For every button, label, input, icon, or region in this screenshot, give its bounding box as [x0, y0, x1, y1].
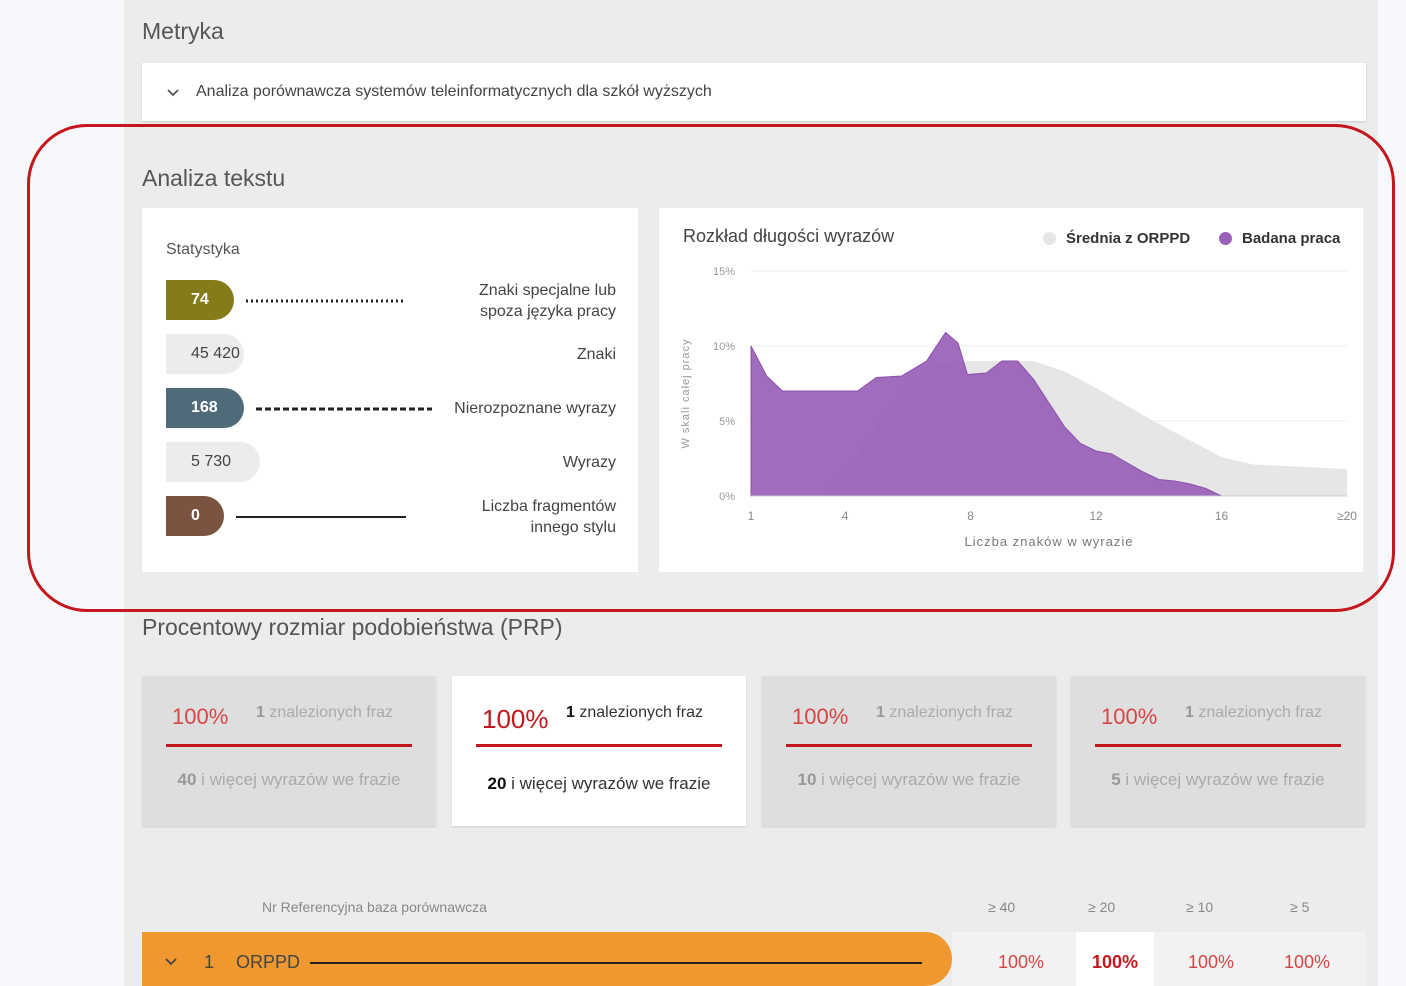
stat-desc: Znaki — [576, 346, 616, 363]
prp-percentage: 100% — [172, 704, 229, 729]
table-header-base: Nr Referencyjna baza porównawcza — [262, 899, 487, 915]
row-progress-line — [310, 962, 922, 964]
y-tick-label: 10% — [713, 341, 735, 353]
stat-desc: Wyrazy — [562, 454, 616, 471]
prp-found-phrases: 1 znalezionych fraz — [1185, 704, 1322, 721]
table-header-col: ≥ 5 — [1290, 899, 1310, 915]
row-value: 100% — [998, 952, 1045, 972]
y-axis-label: W skali całej pracy — [680, 338, 692, 448]
stat-row-unrecognized: 168 Nierozpoznane wyrazy — [166, 388, 616, 432]
x-tick-label: 4 — [842, 509, 849, 523]
stat-row-special-chars: 74 Znaki specjalne lub spoza języka pracy — [166, 280, 616, 324]
stat-value-pill: 74 — [166, 280, 234, 320]
prp-percentage: 100% — [792, 704, 849, 729]
prp-rule — [476, 744, 722, 747]
prp-card-5[interactable]: 100% 1 znalezionych fraz 5 i więcej wyra… — [1071, 676, 1365, 826]
word-length-chart-card: Rozkład długości wyrazów Średnia z ORPPD… — [659, 208, 1363, 572]
prp-card-20[interactable]: 100% 1 znalezionych fraz 20 i więcej wyr… — [452, 676, 746, 826]
prp-found-phrases: 1 znalezionych fraz — [566, 704, 703, 721]
x-tick-label: 12 — [1089, 509, 1103, 523]
statistics-label: Statystyka — [166, 241, 240, 258]
prp-rule — [1095, 744, 1341, 747]
dotted-line — [246, 299, 406, 303]
stat-value-pill: 0 — [166, 496, 224, 536]
stat-row-words: 5 730 Wyrazy — [166, 442, 616, 486]
table-header-col: ≥ 10 — [1186, 899, 1214, 915]
stat-value-pill: 168 — [166, 388, 244, 428]
stat-desc: Nierozpoznane wyrazy — [454, 400, 616, 417]
x-tick-label: 16 — [1215, 509, 1229, 523]
prp-percentage: 100% — [482, 704, 549, 734]
prp-words-threshold: 40 i więcej wyrazów we frazie — [177, 770, 401, 789]
x-tick-label: 8 — [967, 509, 974, 523]
table-header-col: ≥ 40 — [988, 899, 1016, 915]
metryka-title: Metryka — [142, 18, 224, 44]
prp-rule — [786, 744, 1032, 747]
dashed-line — [256, 407, 432, 411]
stat-row-style-fragments: 0 Liczba fragmentów innego stylu — [166, 496, 616, 540]
chevron-down-icon[interactable] — [164, 954, 178, 968]
analiza-title: Analiza tekstu — [142, 165, 286, 191]
prp-found-phrases: 1 znalezionych fraz — [256, 704, 393, 721]
x-tick-label: 1 — [748, 509, 755, 523]
prp-card-10[interactable]: 100% 1 znalezionych fraz 10 i więcej wyr… — [762, 676, 1056, 826]
table-header-col: ≥ 20 — [1088, 899, 1116, 915]
metryka-accordion[interactable]: Analiza porównawcza systemów teleinforma… — [142, 63, 1366, 121]
y-tick-label: 15% — [713, 266, 735, 278]
area-chart: 0% 5% 10% 15% 1 4 8 12 16 ≥20 Liczba znaków w wyra… — [680, 266, 1357, 549]
prp-words-threshold: 20 i więcej wyrazów we frazie — [487, 774, 711, 793]
row-number: 1 — [204, 952, 215, 972]
row-value: 100% — [1092, 952, 1139, 973]
y-tick-label: 5% — [719, 416, 735, 428]
prp-title: Procentowy rozmiar podobieństwa (PRP) — [142, 614, 563, 640]
row-source-name: ORPPD — [236, 952, 301, 972]
prp-found-phrases: 1 znalezionych fraz — [876, 704, 1013, 721]
row-value: 100% — [1188, 952, 1235, 972]
prp-percentage: 100% — [1101, 704, 1158, 729]
stat-desc: Znaki specjalne lub spoza języka pracy — [479, 282, 616, 320]
y-tick-label: 0% — [719, 491, 735, 503]
x-axis-label: Liczba znaków w wyrazie — [965, 534, 1134, 549]
x-tick-label: ≥20 — [1337, 509, 1357, 523]
prp-card-40[interactable]: 100% 1 znalezionych fraz 40 i więcej wyr… — [142, 676, 436, 826]
stat-value-pill: 5 730 — [166, 442, 260, 482]
stat-value-pill: 45 420 — [166, 334, 244, 374]
prp-rule — [166, 744, 412, 747]
metryka-item-label: Analiza porównawcza systemów teleinforma… — [196, 83, 712, 100]
solid-line — [236, 516, 406, 518]
stat-row-chars: 45 420 Znaki — [166, 334, 616, 378]
table-row[interactable]: 1 ORPPD — [142, 932, 952, 986]
row-value: 100% — [1284, 952, 1331, 972]
prp-words-threshold: 5 i więcej wyrazów we frazie — [1111, 770, 1325, 789]
stat-desc: Liczba fragmentów innego stylu — [481, 498, 616, 536]
statistics-card: Statystyka 74 Znaki specjalne lub spoza j… — [142, 208, 638, 572]
chevron-down-icon[interactable] — [166, 85, 180, 99]
prp-words-threshold: 10 i więcej wyrazów we frazie — [797, 770, 1021, 789]
